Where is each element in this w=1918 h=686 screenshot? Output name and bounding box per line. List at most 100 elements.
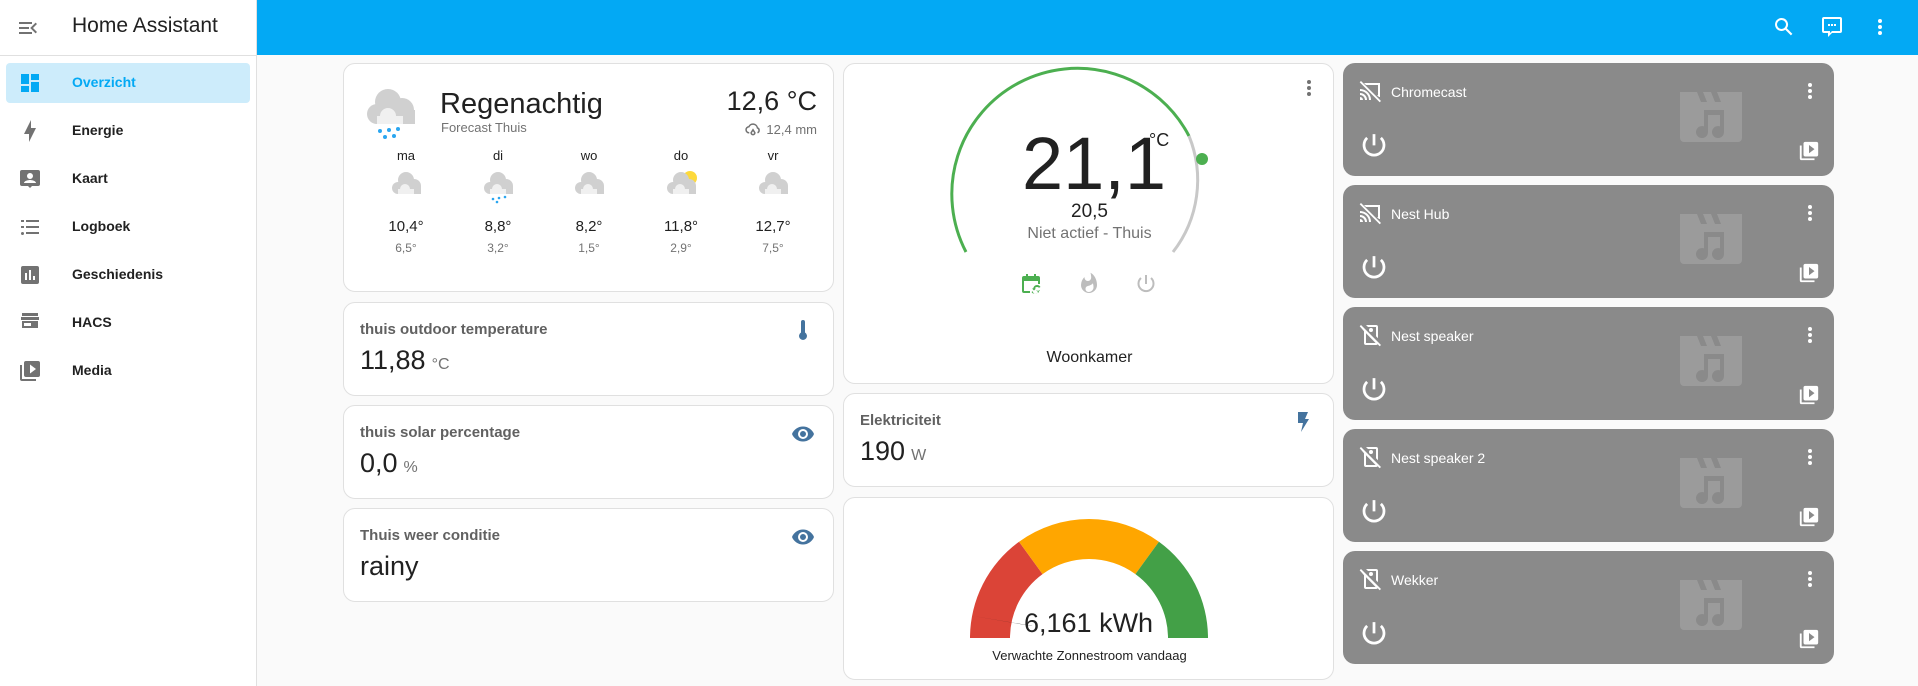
value-text: 0,0 <box>360 448 398 478</box>
unit-text: °C <box>431 356 450 373</box>
forecast-day: ma 10,4° 6,5° <box>366 148 446 255</box>
gauge-card-zonnestroom[interactable]: 6,161 kWh Verwachte Zonnestroom vandaag <box>843 497 1334 680</box>
sidebar-item-label: Kaart <box>72 170 108 186</box>
entity-name: Thuis weer conditie <box>360 527 501 544</box>
forecast-high: 12,7° <box>755 218 791 235</box>
sidebar-item-label: Logboek <box>72 218 131 234</box>
sidebar-item-label: Media <box>72 362 112 378</box>
media-player-card[interactable]: Nest speaker <box>1343 307 1834 420</box>
thermostat-card[interactable]: 21,1 °C 20,5 Niet actief - Thuis Woonkam… <box>843 63 1334 384</box>
weather-rainy-icon <box>367 89 415 139</box>
entity-card-elektriciteit[interactable]: Elektriciteit 190 W <box>843 393 1334 487</box>
media-player-card[interactable]: Nest Hub <box>1343 185 1834 298</box>
play-box-multiple-icon[interactable] <box>1798 384 1820 406</box>
sidebar-item-label: Geschiedenis <box>72 266 164 282</box>
thermometer-icon <box>799 320 807 340</box>
eye-icon <box>792 426 814 442</box>
precipitation-value: 12,4 mm <box>766 121 817 137</box>
power-icon[interactable] <box>1359 131 1389 161</box>
movie-music-icon <box>1680 458 1742 508</box>
view-dashboard-icon <box>21 74 39 92</box>
menu-collapse-icon[interactable] <box>16 16 40 40</box>
power-icon[interactable] <box>1134 272 1158 296</box>
media-player-card[interactable]: Nest speaker 2 <box>1343 429 1834 542</box>
speaker-off-icon <box>1359 325 1381 347</box>
sidebar-item-logboek[interactable]: Logboek <box>6 207 250 247</box>
search-icon[interactable] <box>1772 15 1796 39</box>
entity-value: 0,0% <box>360 448 418 479</box>
account-box-icon <box>20 170 40 188</box>
cast-off-icon <box>1359 203 1381 225</box>
movie-music-icon <box>1680 580 1742 630</box>
weather-cloudy-icon <box>392 172 421 194</box>
dots-vertical-icon[interactable] <box>1798 201 1822 225</box>
forecast-high: 8,2° <box>575 218 603 235</box>
power-icon[interactable] <box>1359 253 1389 283</box>
entity-card-solar-percentage[interactable]: thuis solar percentage 0,0% <box>343 405 834 499</box>
dots-vertical-icon[interactable] <box>1798 323 1822 347</box>
weather-cloudy-icon <box>575 172 604 194</box>
format-list-bulleted-icon <box>21 220 39 235</box>
forecast-day: di 8,8° 3,2° <box>458 148 538 255</box>
sidebar-item-media[interactable]: Media <box>6 351 250 391</box>
sidebar-item-energie[interactable]: Energie <box>6 111 250 151</box>
media-player-card[interactable]: Wekker <box>1343 551 1834 664</box>
forecast-high: 8,8° <box>484 218 512 235</box>
forecast-low: 6,5° <box>395 241 417 255</box>
power-icon[interactable] <box>1359 497 1389 527</box>
forecast-day-label: di <box>492 148 504 163</box>
sidebar-header: Home Assistant <box>0 0 256 56</box>
chat-icon[interactable] <box>1820 15 1844 39</box>
movie-music-icon <box>1680 214 1742 264</box>
lightning-bolt-icon <box>24 120 36 142</box>
sidebar-item-hacs[interactable]: HACS <box>6 303 250 343</box>
fire-icon[interactable] <box>1077 272 1101 296</box>
entity-card-outdoor-temperature[interactable]: thuis outdoor temperature 11,88 °C <box>343 302 834 396</box>
media-player-name: Wekker <box>1391 572 1439 588</box>
power-icon[interactable] <box>1359 375 1389 405</box>
cast-off-icon <box>1359 81 1381 103</box>
sidebar-item-geschiedenis[interactable]: Geschiedenis <box>6 255 250 295</box>
forecast-day: wo 8,2° 1,5° <box>549 148 629 255</box>
weather-forecast-card[interactable]: Regenachtig Forecast Thuis 12,6 °C 12,4 … <box>343 63 834 292</box>
dots-vertical-icon[interactable] <box>1798 567 1822 591</box>
forecast-day-label: wo <box>580 148 598 163</box>
dots-vertical-icon[interactable] <box>1868 15 1892 39</box>
forecast-low: 2,9° <box>670 241 692 255</box>
eye-icon <box>792 529 814 545</box>
unit-text: % <box>403 459 418 476</box>
media-player-name: Nest Hub <box>1391 206 1450 222</box>
calendar-sync-icon[interactable] <box>1019 272 1043 296</box>
speaker-off-icon <box>1359 569 1381 591</box>
thermostat-status: Niet actief - Thuis <box>1027 225 1152 242</box>
power-icon[interactable] <box>1359 619 1389 649</box>
entity-name: thuis solar percentage <box>360 424 521 441</box>
flash-icon <box>1298 412 1309 432</box>
media-player-card[interactable]: Chromecast <box>1343 63 1834 176</box>
gauge-label: Verwachte Zonnestroom vandaag <box>992 648 1187 663</box>
movie-music-icon <box>1680 336 1742 386</box>
play-box-multiple-icon[interactable] <box>1798 628 1820 650</box>
thermostat-target-handle[interactable] <box>1196 153 1208 165</box>
weather-partlycloudy-icon <box>667 171 697 194</box>
entity-card-weer-conditie[interactable]: Thuis weer conditie rainy <box>343 508 834 602</box>
speaker-off-icon <box>1359 447 1381 469</box>
value-text: 190 <box>860 436 906 466</box>
forecast-day: vr 12,7° 7,5° <box>733 148 813 255</box>
app-title: Home Assistant <box>72 14 218 37</box>
value-text: 11,88 <box>360 345 426 375</box>
dots-vertical-icon[interactable] <box>1798 79 1822 103</box>
forecast-low: 3,2° <box>487 241 509 255</box>
media-player-name: Nest speaker 2 <box>1391 450 1486 466</box>
forecast-low: 1,5° <box>578 241 600 255</box>
gauge-value: 6,161 kWh <box>1024 608 1154 638</box>
play-box-multiple-icon <box>20 361 40 381</box>
sidebar-item-kaart[interactable]: Kaart <box>6 159 250 199</box>
sidebar-item-overzicht[interactable]: Overzicht <box>6 63 250 103</box>
play-box-multiple-icon[interactable] <box>1798 140 1820 162</box>
thermostat-unit: °C <box>1149 130 1170 150</box>
play-box-multiple-icon[interactable] <box>1798 262 1820 284</box>
dots-vertical-icon[interactable] <box>1798 445 1822 469</box>
media-player-name: Chromecast <box>1391 84 1467 100</box>
play-box-multiple-icon[interactable] <box>1798 506 1820 528</box>
